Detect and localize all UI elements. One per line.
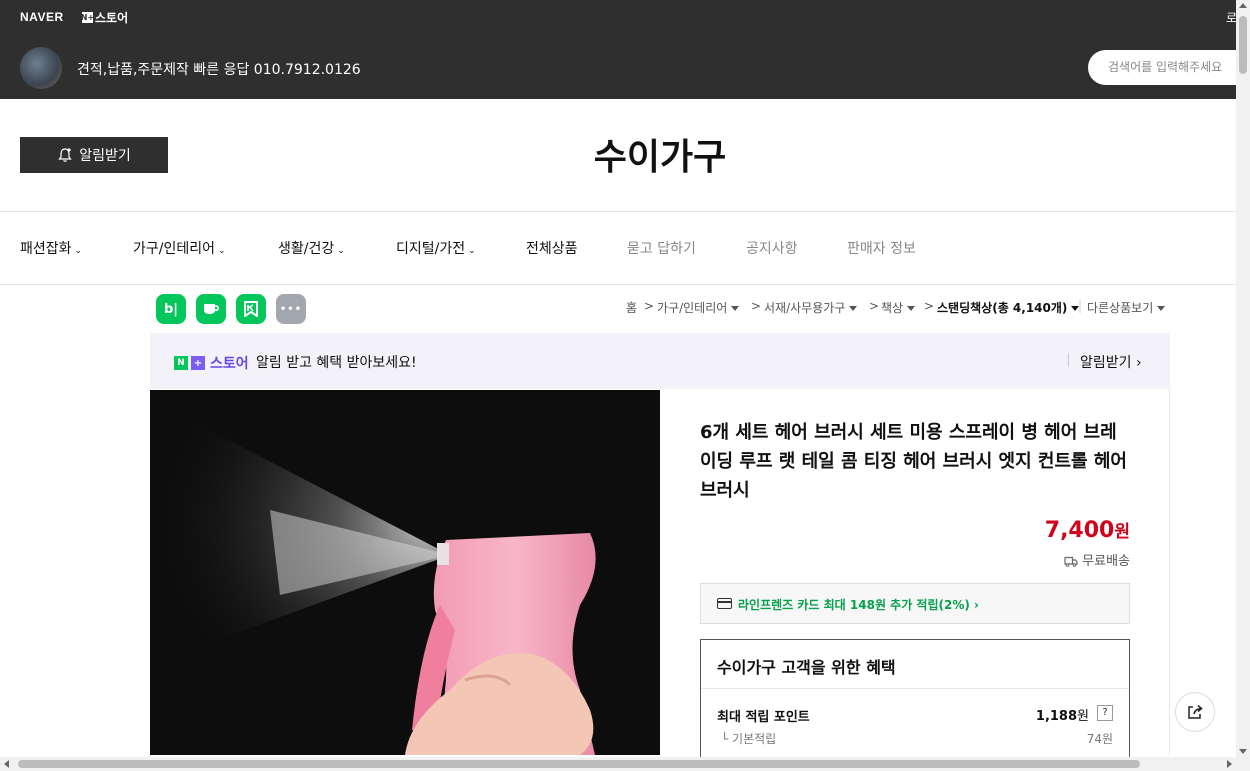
naver-store-logo[interactable]: N+ 스토어 [80, 9, 129, 26]
banner-alarm-link[interactable]: 알림받기 › [1080, 352, 1142, 372]
category-nav: 패션잡화 ⌄ 가구/인테리어 ⌄ 생활/건강 ⌄ 디지털/가전 ⌄ 전체상품 묻고 답하… [0, 211, 1250, 285]
chevron-down-icon: ⌄ [74, 246, 83, 256]
naver-store-banner-logo: N + 스토어 [174, 353, 249, 373]
chevron-down-icon: ⌄ [337, 246, 345, 256]
horizontal-scrollbar[interactable] [0, 757, 1236, 771]
basic-points-value: 74원 [1086, 732, 1113, 746]
customer-benefit-box: 수이가구 고객을 위한 혜택 최대 적립 포인트 1,188원 ? └ 기본적립… [700, 639, 1130, 764]
alarm-button-label: 알림받기 [79, 148, 131, 164]
breadcrumb-standing-desk[interactable]: 스탠딩책상(총 4,140개) [937, 299, 1080, 316]
nav-item-digital[interactable]: 디지털/가전 ⌄ [396, 238, 476, 258]
store-logo-text: 스토어 [95, 11, 129, 25]
credit-card-icon [717, 598, 732, 609]
scroll-down-icon[interactable] [1239, 749, 1247, 754]
chevron-down-icon: ⌄ [468, 246, 476, 256]
alarm-banner: N + 스토어 알림 받고 혜택 받아보세요! 알림받기 › [150, 333, 1170, 389]
benefit-divider [701, 688, 1129, 689]
seller-description: 견적,납품,주문제작 빠른 응답 010.7912.0126 [77, 62, 361, 78]
caret-down-icon [849, 306, 858, 311]
nav-item-living[interactable]: 생활/건강 ⌄ [278, 238, 345, 258]
vertical-scrollbar[interactable] [1236, 0, 1250, 757]
caret-down-icon [907, 306, 916, 311]
nav-item-seller-info[interactable]: 판매자 정보 [847, 238, 916, 258]
product-price: 7,400원 [1044, 518, 1130, 543]
chevron-down-icon: ⌄ [218, 246, 226, 256]
vertical-scroll-thumb[interactable] [1239, 16, 1247, 74]
bookmark-k-icon [244, 301, 258, 317]
caret-down-icon [731, 306, 740, 311]
breadcrumb-separator: > [869, 299, 880, 313]
nav-item-qna[interactable]: 묻고 답하기 [627, 238, 696, 258]
breadcrumb-divider: | [1078, 299, 1083, 313]
store-logo-box: N+ [80, 12, 95, 23]
product-image[interactable] [150, 390, 660, 755]
search-input[interactable]: 검색어를 입력해주세요 [1088, 50, 1250, 85]
scroll-left-icon[interactable] [4, 760, 9, 768]
breadcrumb-home[interactable]: 홈 [626, 299, 637, 316]
delivery-info: 무료배송 [1000, 550, 1130, 569]
help-icon[interactable]: ? [1097, 705, 1113, 721]
card-benefit-text: 라인프렌즈 카드 최대 148원 추가 적립(2%) › [738, 598, 979, 612]
horizontal-scroll-thumb[interactable] [18, 760, 1140, 768]
naver-logo[interactable]: NAVER [20, 10, 64, 24]
band-icon: b| [163, 301, 179, 317]
other-products-button[interactable]: 다른상품보기 [1087, 299, 1166, 316]
breadcrumb-furniture[interactable]: 가구/인테리어 [657, 299, 740, 316]
more-icon: ••• [279, 303, 303, 315]
scroll-up-icon[interactable] [1239, 3, 1247, 8]
breadcrumb-office[interactable]: 서재/사무용가구 [764, 299, 858, 316]
caret-down-icon [1157, 306, 1166, 311]
scrollbar-corner [1236, 757, 1250, 771]
spray-bottle-image [150, 390, 660, 755]
nav-item-notice[interactable]: 공지사항 [746, 238, 798, 258]
more-share-button[interactable]: ••• [276, 294, 306, 324]
blog-share-button[interactable] [236, 294, 266, 324]
store-title[interactable]: 수이가구 [560, 128, 760, 180]
top-header: NAVER N+ 스토어 로 견적,납품,주문제작 빠른 응답 010.7912… [0, 0, 1250, 99]
breadcrumb-separator: > [751, 299, 762, 313]
share-icon [1188, 704, 1203, 719]
breadcrumb-separator: > [644, 299, 655, 313]
seller-avatar[interactable] [20, 47, 62, 89]
scroll-right-icon[interactable] [1227, 760, 1232, 768]
product-title: 6개 세트 헤어 브러시 세트 미용 스프레이 병 헤어 브레이딩 루프 랫 테… [700, 422, 1127, 501]
cafe-share-button[interactable] [196, 294, 226, 324]
share-button[interactable] [1175, 692, 1215, 732]
nav-item-fashion[interactable]: 패션잡화 ⌄ [20, 238, 82, 258]
breadcrumb-separator: > [924, 299, 935, 313]
max-points-label: 최대 적립 포인트 [717, 710, 810, 725]
nav-item-all-products[interactable]: 전체상품 [526, 238, 578, 258]
alarm-subscribe-button[interactable]: 알림받기 [20, 137, 168, 173]
max-points-value: 1,188원 [1035, 709, 1089, 724]
breadcrumb-desk[interactable]: 책상 [881, 299, 916, 316]
cafe-cup-icon [204, 304, 219, 314]
nav-item-furniture[interactable]: 가구/인테리어 ⌄ [133, 238, 226, 258]
band-share-button[interactable]: b| [156, 294, 186, 324]
basic-points-label: └ 기본적립 [721, 732, 777, 746]
banner-divider [1068, 353, 1069, 367]
truck-icon [1064, 556, 1078, 567]
bell-plus-icon [58, 148, 72, 162]
benefit-heading: 수이가구 고객을 위한 혜택 [717, 658, 896, 677]
card-benefit-box[interactable]: 라인프렌즈 카드 최대 148원 추가 적립(2%) › [700, 583, 1130, 624]
banner-message: 알림 받고 혜택 받아보세요! [256, 355, 417, 371]
